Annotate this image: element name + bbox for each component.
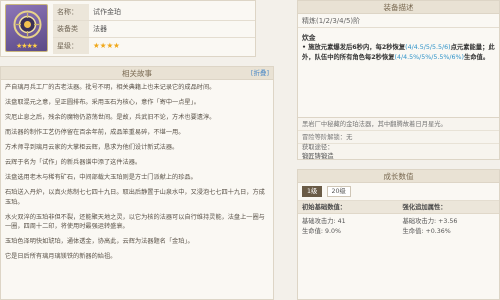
tab-level-20[interactable]: 20级 xyxy=(326,186,351,197)
growth-header: 成长数值 xyxy=(298,170,499,183)
lore-description: 黑岩厂中秘藏的金珀法器，其中翻腾故着日月星光。 xyxy=(298,118,499,131)
story-title: 相关故事 xyxy=(122,69,152,78)
rarity-row: 星级： ★★★★ xyxy=(53,38,255,55)
passive-name: 炊金 xyxy=(302,34,316,42)
level-tabs: 1级 20级 xyxy=(298,183,499,201)
source-value: 锻匠铸锻造 xyxy=(302,153,334,160)
story-paragraph: 灾厄止息之后，残余的魔物仍游荡世间。是故，兵武旧不论，方术也要遗淳。 xyxy=(5,113,216,121)
refinement-level: 精炼(1/2/3/4/5)阶 xyxy=(298,14,499,28)
bonus-stats: 基础攻击力: +3.56 生命值: +0.36% xyxy=(399,214,500,240)
unlock-requirement: 冒险等阶解锁：无 xyxy=(298,131,499,144)
acquisition-panel: 黑岩厂中秘藏的金珀法器，其中翻腾故着日月星光。 冒险等阶解锁：无 获取途径： 锻… xyxy=(297,117,500,160)
growth-values-panel: 成长数值 1级 20级 初始基础数值： 强化追加属性： 基础攻击力: 41 生命… xyxy=(297,169,500,300)
description-header: 装备描述 xyxy=(298,1,499,14)
catalyst-icon xyxy=(13,10,42,39)
story-paragraph: 而法器的制作工艺仍停留在百余年前，成品笨重易碎，不堪一用。 xyxy=(5,128,185,136)
base-atk: 基础攻击力: 41 xyxy=(302,218,346,225)
passive-description: • 施放元素爆发后6秒内，每2秒恢复(4/4.5/5/5.5/6)点元素能量；此… xyxy=(302,44,495,61)
source-title: 获取途径： xyxy=(302,144,334,151)
rarity-stars: ★★★★ xyxy=(93,41,120,50)
story-header: 相关故事 [折叠] xyxy=(1,67,273,80)
story-body: 产自璃月兵工厂的古老法器。批号不明，相关典籍上也未记录它的成品时间。 法盘取混元… xyxy=(1,80,273,270)
bonus-hp: 生命值: +0.36% xyxy=(402,228,451,235)
base-hp: 生命值: 9.0% xyxy=(302,228,342,235)
story-paragraph: 云辉于名为「试作」的新兵器谱中添了这件法器。 xyxy=(5,158,142,166)
type-key: 装备类型： xyxy=(53,21,89,49)
base-stats: 基础攻击力: 41 生命值: 9.0% xyxy=(298,214,399,240)
bonus-stats-title: 强化追加属性： xyxy=(402,204,447,211)
story-paragraph: 方术师寻到璃月云家的大掌柜云辉，恳求为他们设计新式法器。 xyxy=(5,143,179,151)
story-paragraph: 玉珀色泽明快如琥珀，通体透金，协高此，云辉为法器题名「金珀」。 xyxy=(5,238,194,246)
base-stats-title: 初始基础数值： xyxy=(302,204,347,211)
rarity-key: 星级： xyxy=(53,38,89,54)
story-paragraph: 法盘选用老木与稀有矿石，中间部载大玉珀则是方士门派献上的珍品。 xyxy=(5,173,197,181)
name-value: 试作金珀 xyxy=(93,8,121,16)
collapse-link[interactable]: [折叠] xyxy=(251,67,269,80)
story-paragraph: 水火双淬的玉珀非但不裂，还能聚天地之灵，以它为核的法器可以自行维持灵能，法盘上一… xyxy=(5,213,265,231)
icon-star-rating: ★★★★ xyxy=(15,42,38,50)
tab-level-1[interactable]: 1级 xyxy=(302,186,323,197)
story-paragraph: 产自璃月兵工厂的古老法器。批号不明，相关典籍上也未记录它的成品时间。 xyxy=(5,84,216,91)
equipment-description-panel: 装备描述 精炼(1/2/3/4/5)阶 炊金 • 施放元素爆发后6秒内，每2秒恢… xyxy=(297,0,500,131)
type-row: 装备类型： 法器 xyxy=(53,21,255,49)
stats-body: 基础攻击力: 41 生命值: 9.0% 基础攻击力: +3.56 生命值: +0… xyxy=(298,214,499,240)
name-row: 名称： 试作金珀 xyxy=(53,4,255,21)
story-paragraph: 它是日后所有璃月璃镁铁的新器的始祖。 xyxy=(5,253,117,261)
story-paragraph: 法盘取混元之意，呈正圆排布。采用玉石为核心，意作「寄中一点星」。 xyxy=(5,98,200,106)
story-paragraph: 石珀送入丹炉，以真火炼制七七四十九日。取出后静置于山泉水中，又浸泡七七四十九日，… xyxy=(5,188,265,206)
type-value: 法器 xyxy=(93,25,107,33)
weapon-icon: ★★★★ xyxy=(5,4,48,52)
stats-header: 初始基础数值： 强化追加属性： xyxy=(298,201,499,214)
bonus-atk: 基础攻击力: +3.56 xyxy=(402,218,458,225)
name-key: 名称： xyxy=(53,4,89,20)
weapon-info-card: ★★★★ 名称： 试作金珀 装备类型： 法器 星级： ★★★★ xyxy=(0,0,256,57)
related-story-panel: 相关故事 [折叠] 产自璃月兵工厂的古老法器。批号不明，相关典籍上也未记录它的成… xyxy=(0,66,274,300)
